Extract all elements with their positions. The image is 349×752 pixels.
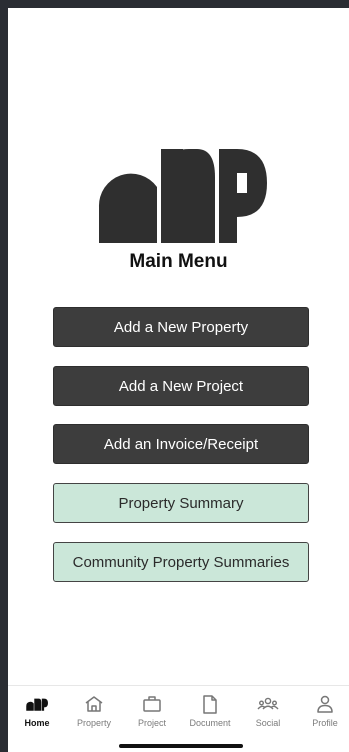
tab-label: Document — [189, 718, 231, 728]
tab-property[interactable]: Property — [66, 694, 122, 728]
bottom-tab-bar: Home Property Project Document Social Pr… — [8, 685, 349, 752]
house-icon — [83, 694, 105, 714]
tab-project[interactable]: Project — [124, 694, 180, 728]
tab-profile[interactable]: Profile — [297, 694, 349, 728]
briefcase-icon — [141, 694, 163, 714]
tab-social[interactable]: Social — [240, 694, 296, 728]
tab-label: Project — [137, 718, 166, 728]
app-screen: Main Menu Add a New Property Add a New P… — [8, 8, 349, 752]
ap-logo-icon — [26, 694, 48, 714]
tab-label: Home — [24, 718, 50, 728]
tab-label: Property — [76, 718, 111, 728]
tab-label: Profile — [312, 718, 338, 728]
tab-label: Social — [255, 718, 281, 728]
add-property-button[interactable]: Add a New Property — [53, 307, 309, 347]
tab-document[interactable]: Document — [182, 694, 238, 728]
app-logo — [98, 149, 267, 243]
home-indicator — [119, 744, 243, 748]
add-invoice-button[interactable]: Add an Invoice/Receipt — [53, 424, 309, 464]
property-summary-button[interactable]: Property Summary — [53, 483, 309, 523]
people-icon — [257, 694, 279, 714]
document-icon — [199, 694, 221, 714]
add-project-button[interactable]: Add a New Project — [53, 366, 309, 406]
page-title: Main Menu — [129, 251, 228, 272]
tab-home[interactable]: Home — [9, 694, 65, 728]
person-icon — [314, 694, 336, 714]
community-summaries-button[interactable]: Community Property Summaries — [53, 542, 309, 582]
